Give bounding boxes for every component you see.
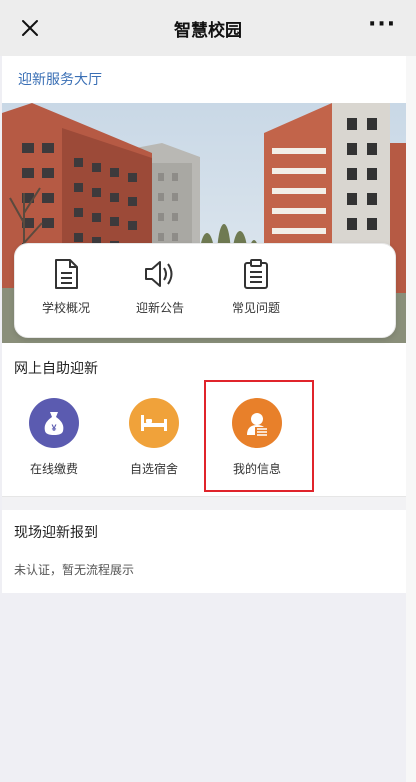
service-label: 自选宿舍 (129, 462, 178, 476)
select-dorm-button[interactable]: 自选宿舍 (112, 398, 196, 484)
money-bag-icon: ¥ (29, 398, 79, 448)
page-title: 智慧校园 (174, 20, 242, 41)
user-card-icon (232, 398, 282, 448)
my-info-button[interactable]: 我的信息 (215, 398, 299, 484)
speaker-icon (145, 261, 173, 287)
clipboard-icon (244, 259, 268, 289)
svg-text:¥: ¥ (51, 423, 56, 433)
quick-link-school-overview[interactable]: 学校概况 (21, 258, 111, 330)
self-service-title: 网上自助迎新 (14, 361, 98, 377)
service-label: 在线缴费 (29, 462, 78, 476)
more-options-icon[interactable]: ··· (368, 14, 396, 40)
onsite-status-text: 未认证，暂无流程展示 (14, 563, 135, 577)
hall-title[interactable]: 迎新服务大厅 (18, 69, 102, 89)
top-bar: 智慧校园 ··· (0, 0, 416, 56)
service-label: 我的信息 (232, 462, 281, 476)
quick-link-label: 常见问题 (231, 301, 280, 315)
quick-links-card: 学校概况 迎新公告 常见问题 (14, 243, 396, 338)
right-edge (406, 56, 416, 782)
main-content: 迎新服务大厅 学校概况 迎新公告 常见问题 网上自助迎新 ¥ 在线缴费 自选宿舍… (2, 56, 406, 782)
section-divider (2, 496, 406, 510)
close-icon[interactable] (18, 16, 42, 40)
quick-link-faq[interactable]: 常见问题 (211, 258, 301, 330)
bed-icon (129, 398, 179, 448)
empty-area (2, 593, 406, 782)
quick-link-label: 迎新公告 (135, 301, 184, 315)
quick-link-label: 学校概况 (41, 301, 90, 315)
onsite-title: 现场迎新报到 (14, 525, 98, 541)
online-payment-button[interactable]: ¥ 在线缴费 (12, 398, 96, 484)
quick-link-announcement[interactable]: 迎新公告 (115, 258, 205, 330)
document-icon (55, 259, 78, 289)
